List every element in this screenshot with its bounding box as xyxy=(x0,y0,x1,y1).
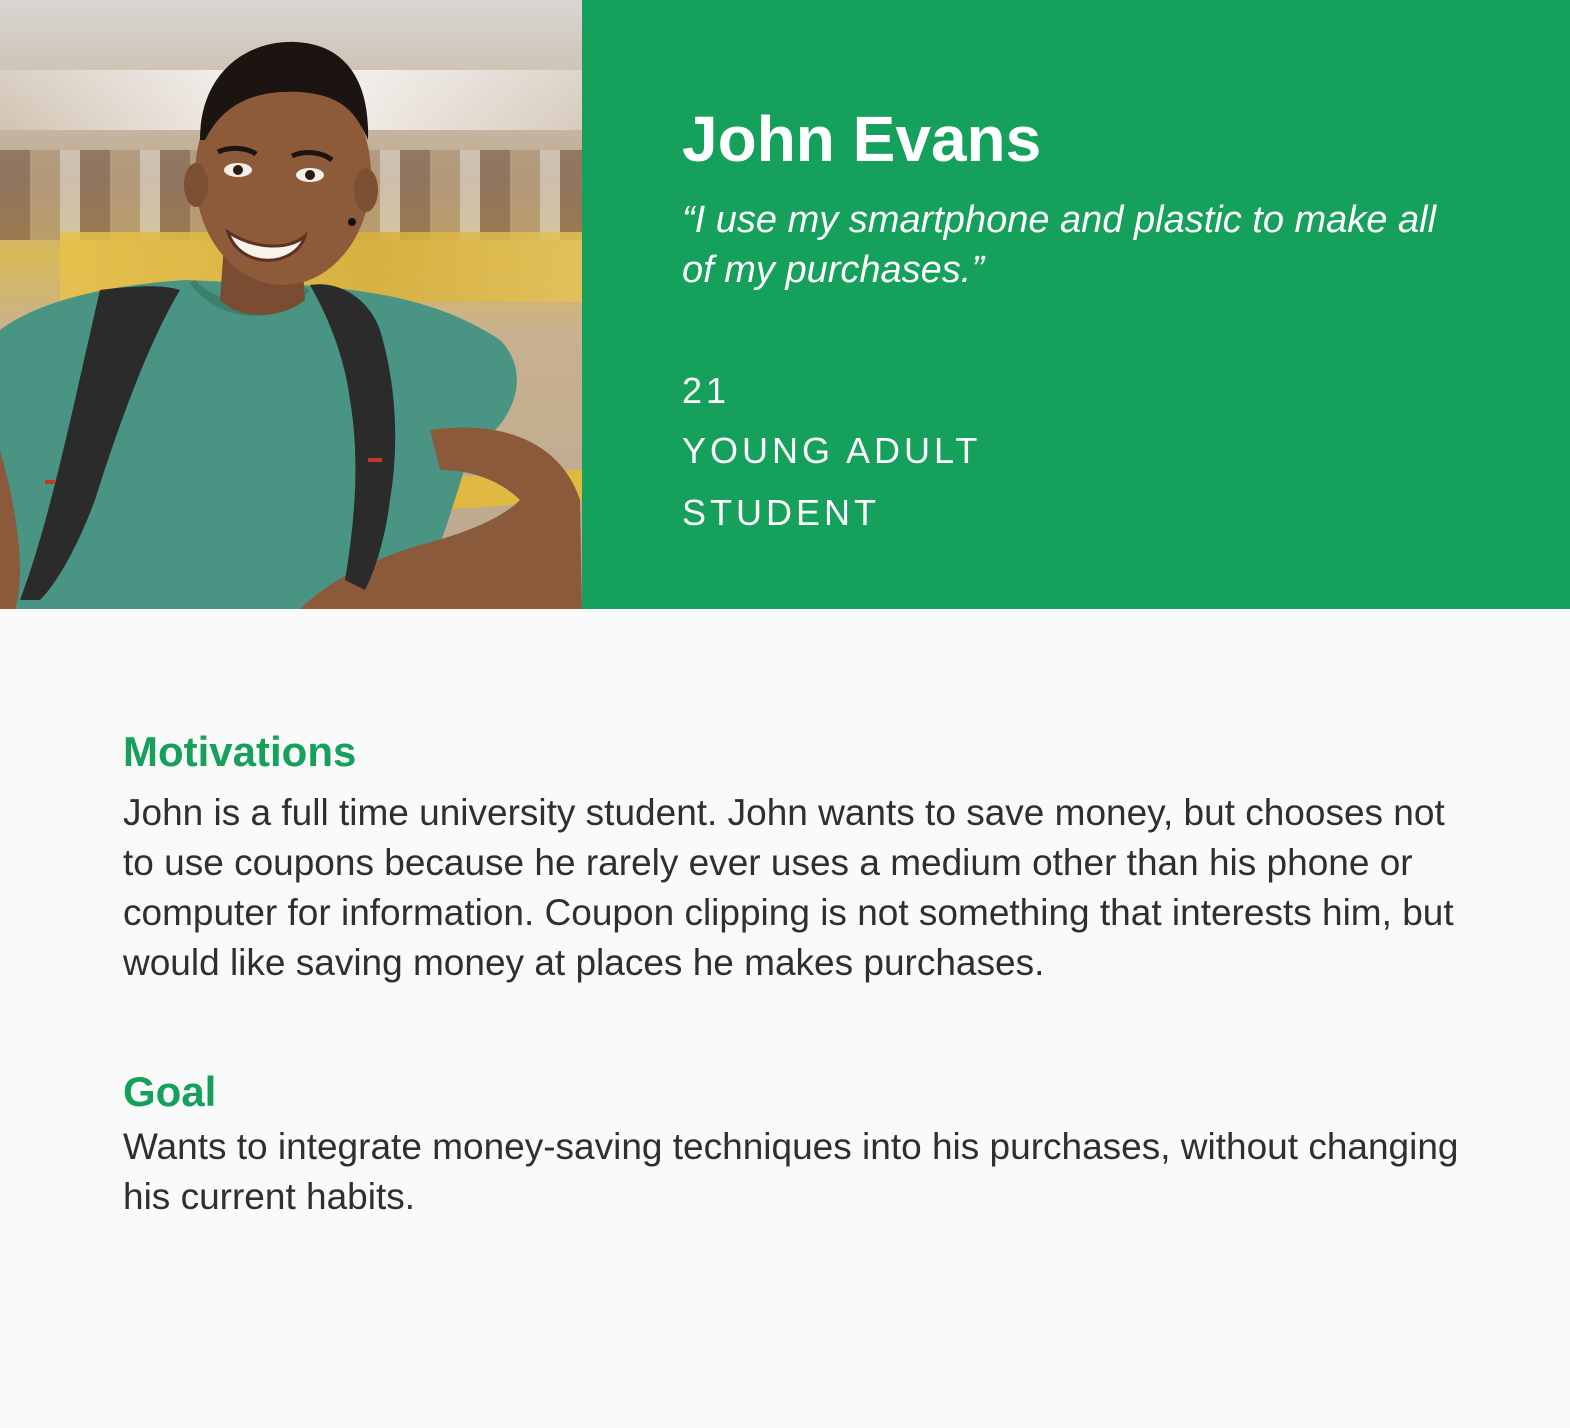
goal-text: Wants to integrate money-saving techniqu… xyxy=(123,1126,1459,1217)
persona-photo xyxy=(0,0,582,609)
persona-name: John Evans xyxy=(682,103,1042,175)
persona-age: 21 xyxy=(682,370,731,411)
person-illustration xyxy=(0,41,582,609)
goal-heading: Goal xyxy=(123,1068,217,1115)
persona-header: John Evans “I use my smartphone and plas… xyxy=(0,0,1570,609)
persona-summary-panel: John Evans “I use my smartphone and plas… xyxy=(582,0,1570,609)
persona-occupation: STUDENT xyxy=(682,492,880,533)
motivations-text: John is a full time university student. … xyxy=(123,792,1454,983)
persona-life-stage: YOUNG ADULT xyxy=(682,430,982,471)
persona-quote: “I use my smartphone and plastic to make… xyxy=(682,199,1437,291)
motivations-heading: Motivations xyxy=(123,728,357,775)
